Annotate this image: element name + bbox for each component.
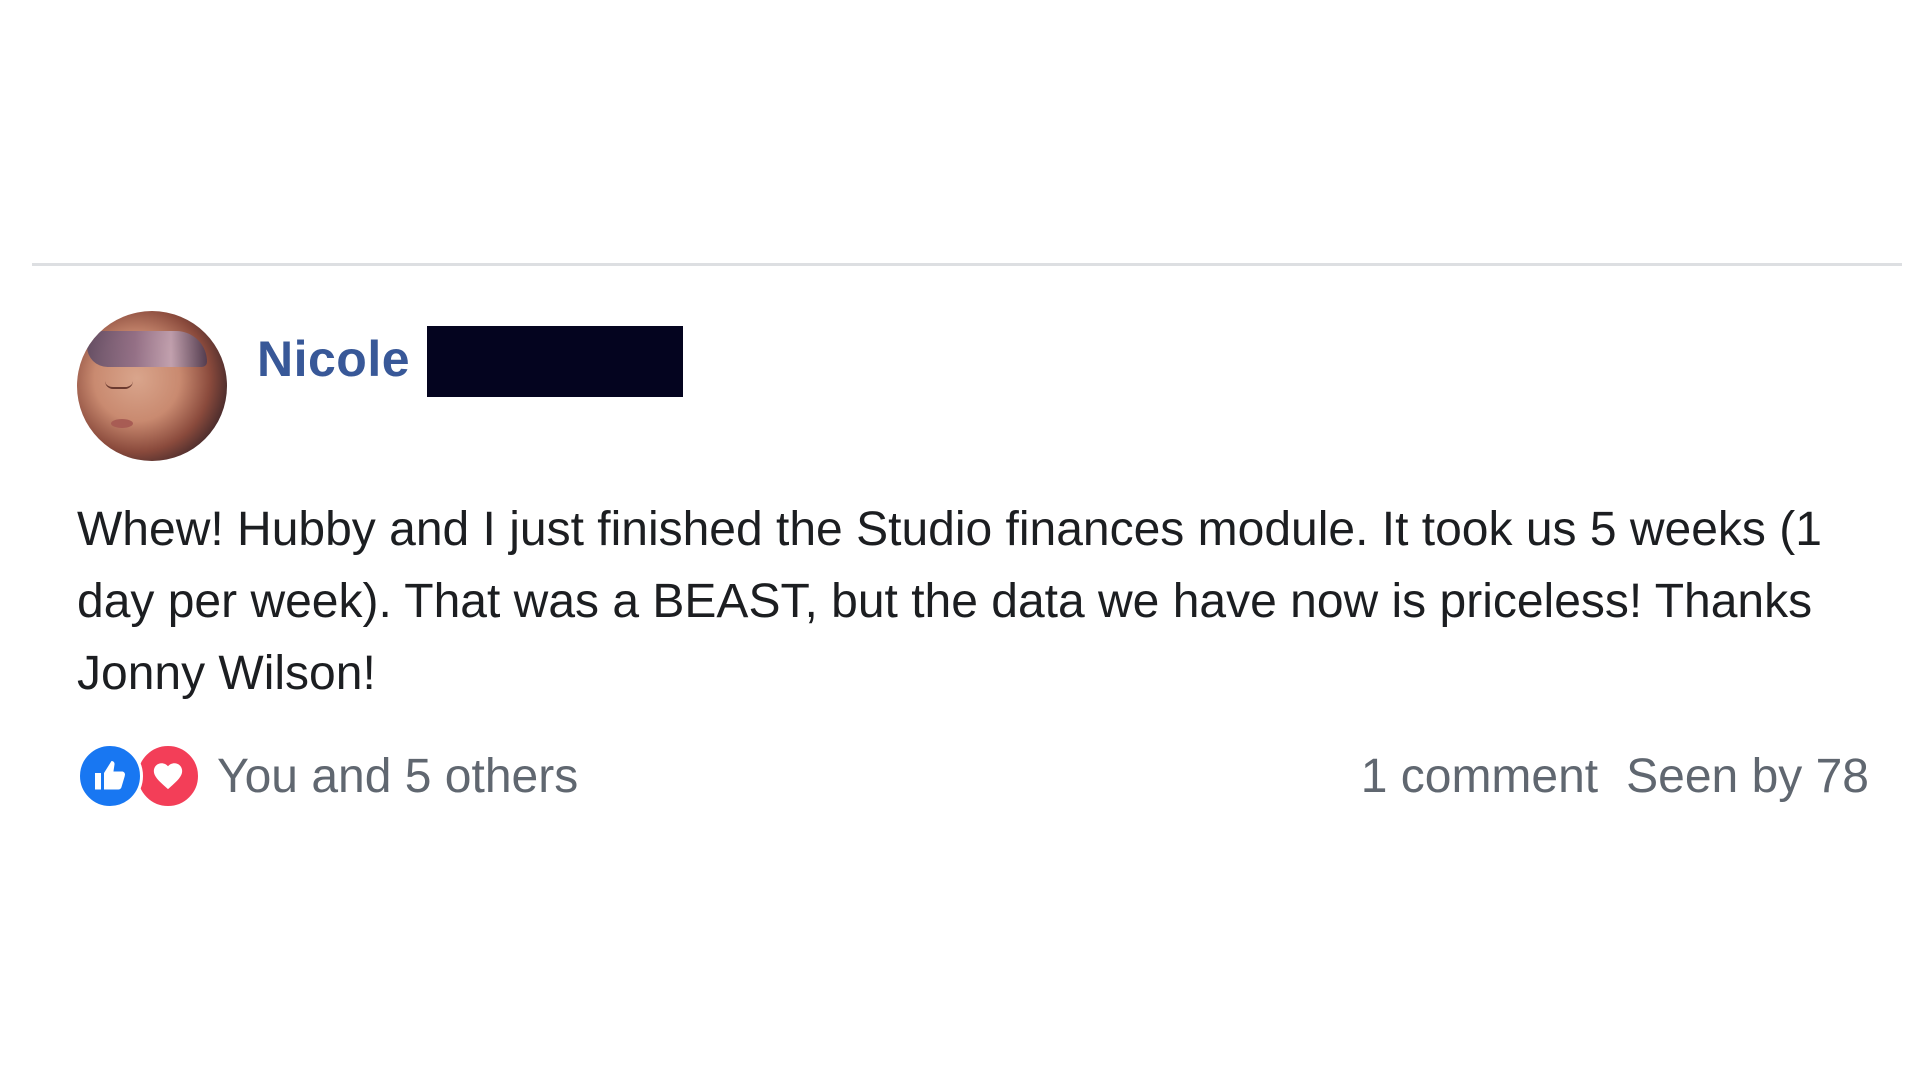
- redacted-last-name: [427, 326, 683, 397]
- like-icon: [77, 743, 143, 809]
- avatar-blanket: [87, 331, 207, 367]
- love-icon: [135, 743, 201, 809]
- post-body-text: Whew! Hubby and I just finished the Stud…: [77, 503, 1822, 700]
- author-name-link[interactable]: Nicole: [257, 330, 410, 388]
- avatar-eye: [105, 381, 133, 389]
- comments-count-link[interactable]: 1 comment: [1361, 749, 1598, 804]
- group-post-card: Nicole Whew! Hubby and I just finished t…: [32, 263, 1902, 826]
- reactions-summary[interactable]: You and 5 others: [77, 741, 578, 811]
- seen-by-count[interactable]: Seen by 78: [1626, 749, 1869, 804]
- post-footer: You and 5 others 1 comment Seen by 78: [77, 741, 1869, 811]
- avatar-mouth: [111, 419, 133, 428]
- reactions-count-text: You and 5 others: [217, 749, 579, 803]
- author-avatar[interactable]: [77, 311, 227, 461]
- post-stats: 1 comment Seen by 78: [1361, 741, 1869, 811]
